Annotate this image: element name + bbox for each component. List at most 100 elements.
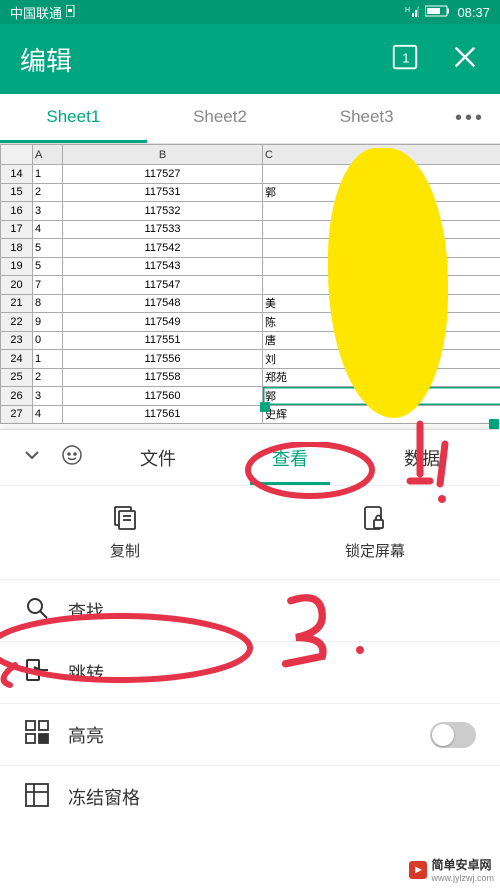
cell[interactable]: 郭	[263, 183, 500, 202]
cell[interactable]: 史辉	[263, 405, 500, 424]
freeze-menu-item[interactable]: 冻结窗格	[0, 766, 500, 828]
cell[interactable]: 2	[33, 183, 63, 202]
cell[interactable]: 2	[33, 368, 63, 387]
cell[interactable]	[263, 276, 500, 295]
row-number[interactable]: 26	[1, 387, 33, 406]
cell[interactable]: 5	[33, 239, 63, 258]
cell[interactable]	[263, 220, 500, 239]
row-number[interactable]: 23	[1, 331, 33, 350]
cell[interactable]: 4	[33, 220, 63, 239]
cell[interactable]: 117532	[63, 202, 263, 221]
goto-menu-item[interactable]: 跳转	[0, 642, 500, 704]
find-menu-item[interactable]: 查找	[0, 580, 500, 642]
sheet-tab-1[interactable]: Sheet1	[0, 94, 147, 143]
cell[interactable]: 117556	[63, 350, 263, 369]
cell[interactable]: 5	[33, 257, 63, 276]
cell[interactable]: 117551	[63, 331, 263, 350]
col-header-b[interactable]: B	[63, 145, 263, 165]
cell[interactable]: 117527	[63, 165, 263, 184]
row-number[interactable]: 19	[1, 257, 33, 276]
cell[interactable]: 1	[33, 165, 63, 184]
cell[interactable]: 117549	[63, 313, 263, 332]
highlight-menu-item[interactable]: 高亮	[0, 704, 500, 766]
table-row[interactable]: 263117560郭	[1, 387, 500, 406]
cell[interactable]	[263, 239, 500, 258]
sheet-tab-2[interactable]: Sheet2	[147, 94, 294, 143]
copy-button[interactable]: 复制	[0, 504, 250, 561]
cell[interactable]	[263, 257, 500, 276]
collapse-sheet-button[interactable]	[12, 445, 52, 470]
cell[interactable]: 117542	[63, 239, 263, 258]
table-row[interactable]: 174117533	[1, 220, 500, 239]
cell[interactable]: 117558	[63, 368, 263, 387]
table-row[interactable]: 141117527	[1, 165, 500, 184]
assistant-icon[interactable]	[52, 443, 92, 472]
row-number[interactable]: 15	[1, 183, 33, 202]
row-number[interactable]: 27	[1, 405, 33, 424]
row-number[interactable]: 24	[1, 350, 33, 369]
cell[interactable]: 117548	[63, 294, 263, 313]
cell[interactable]: 117547	[63, 276, 263, 295]
cell[interactable]: 9	[33, 313, 63, 332]
cell[interactable]: 陈	[263, 313, 500, 332]
selection-handle-right[interactable]	[489, 419, 499, 429]
tab-file[interactable]: 文件	[92, 430, 224, 485]
row-number[interactable]: 18	[1, 239, 33, 258]
row-number[interactable]: 22	[1, 313, 33, 332]
cell[interactable]: 刘	[263, 350, 500, 369]
cell[interactable]: 唐	[263, 331, 500, 350]
tab-data[interactable]: 数据	[356, 430, 488, 485]
cell[interactable]: 3	[33, 202, 63, 221]
highlight-toggle[interactable]	[430, 722, 476, 748]
table-row[interactable]: 185117542	[1, 239, 500, 258]
row-number[interactable]: 17	[1, 220, 33, 239]
col-header-a[interactable]: A	[33, 145, 63, 165]
copy-label: 复制	[110, 543, 140, 560]
row-number[interactable]: 14	[1, 165, 33, 184]
table-row[interactable]: 163117532	[1, 202, 500, 221]
table-row[interactable]: 252117558郑苑	[1, 368, 500, 387]
cell[interactable]: 美	[263, 294, 500, 313]
toggle-pane-icon[interactable]: 1	[390, 42, 420, 77]
cell[interactable]: 郭	[263, 387, 500, 406]
sheet-tab-3[interactable]: Sheet3	[293, 94, 440, 143]
cell[interactable]: 郑苑	[263, 368, 500, 387]
table-row[interactable]: 195117543	[1, 257, 500, 276]
cell[interactable]: 0	[33, 331, 63, 350]
selection-handle-left[interactable]	[260, 402, 270, 412]
col-header-c[interactable]: C	[263, 145, 500, 165]
table-row[interactable]: 218117548美	[1, 294, 500, 313]
cell[interactable]	[263, 202, 500, 221]
lock-screen-button[interactable]: 锁定屏幕	[250, 504, 500, 561]
table-row[interactable]: 152117531郭	[1, 183, 500, 202]
row-number[interactable]: 16	[1, 202, 33, 221]
table-row[interactable]: 274117561史辉	[1, 405, 500, 424]
table-row[interactable]: 230117551唐	[1, 331, 500, 350]
cell[interactable]: 3	[33, 387, 63, 406]
search-icon	[24, 595, 50, 626]
cell[interactable]: 4	[33, 405, 63, 424]
cell[interactable]: 117561	[63, 405, 263, 424]
sheet-more-button[interactable]: •••	[440, 107, 500, 130]
cell[interactable]: 7	[33, 276, 63, 295]
row-number[interactable]: 21	[1, 294, 33, 313]
row-number[interactable]: 25	[1, 368, 33, 387]
header-title: 编辑	[20, 41, 72, 78]
sheet-tab-bar: Sheet1 Sheet2 Sheet3 •••	[0, 94, 500, 144]
cell[interactable]: 117533	[63, 220, 263, 239]
cell[interactable]: 117560	[63, 387, 263, 406]
table-row[interactable]: 207117547	[1, 276, 500, 295]
table-row[interactable]: 241117556刘	[1, 350, 500, 369]
tab-view[interactable]: 查看	[224, 430, 356, 485]
cell[interactable]	[263, 165, 500, 184]
watermark-title: 简单安卓网	[431, 858, 491, 872]
corner-cell[interactable]	[1, 145, 33, 165]
row-number[interactable]: 20	[1, 276, 33, 295]
cell[interactable]: 117531	[63, 183, 263, 202]
close-icon[interactable]	[450, 42, 480, 77]
cell[interactable]: 1	[33, 350, 63, 369]
spreadsheet-grid[interactable]: A B C 141117527152117531郭163117532174117…	[0, 144, 500, 432]
cell[interactable]: 8	[33, 294, 63, 313]
table-row[interactable]: 229117549陈	[1, 313, 500, 332]
cell[interactable]: 117543	[63, 257, 263, 276]
